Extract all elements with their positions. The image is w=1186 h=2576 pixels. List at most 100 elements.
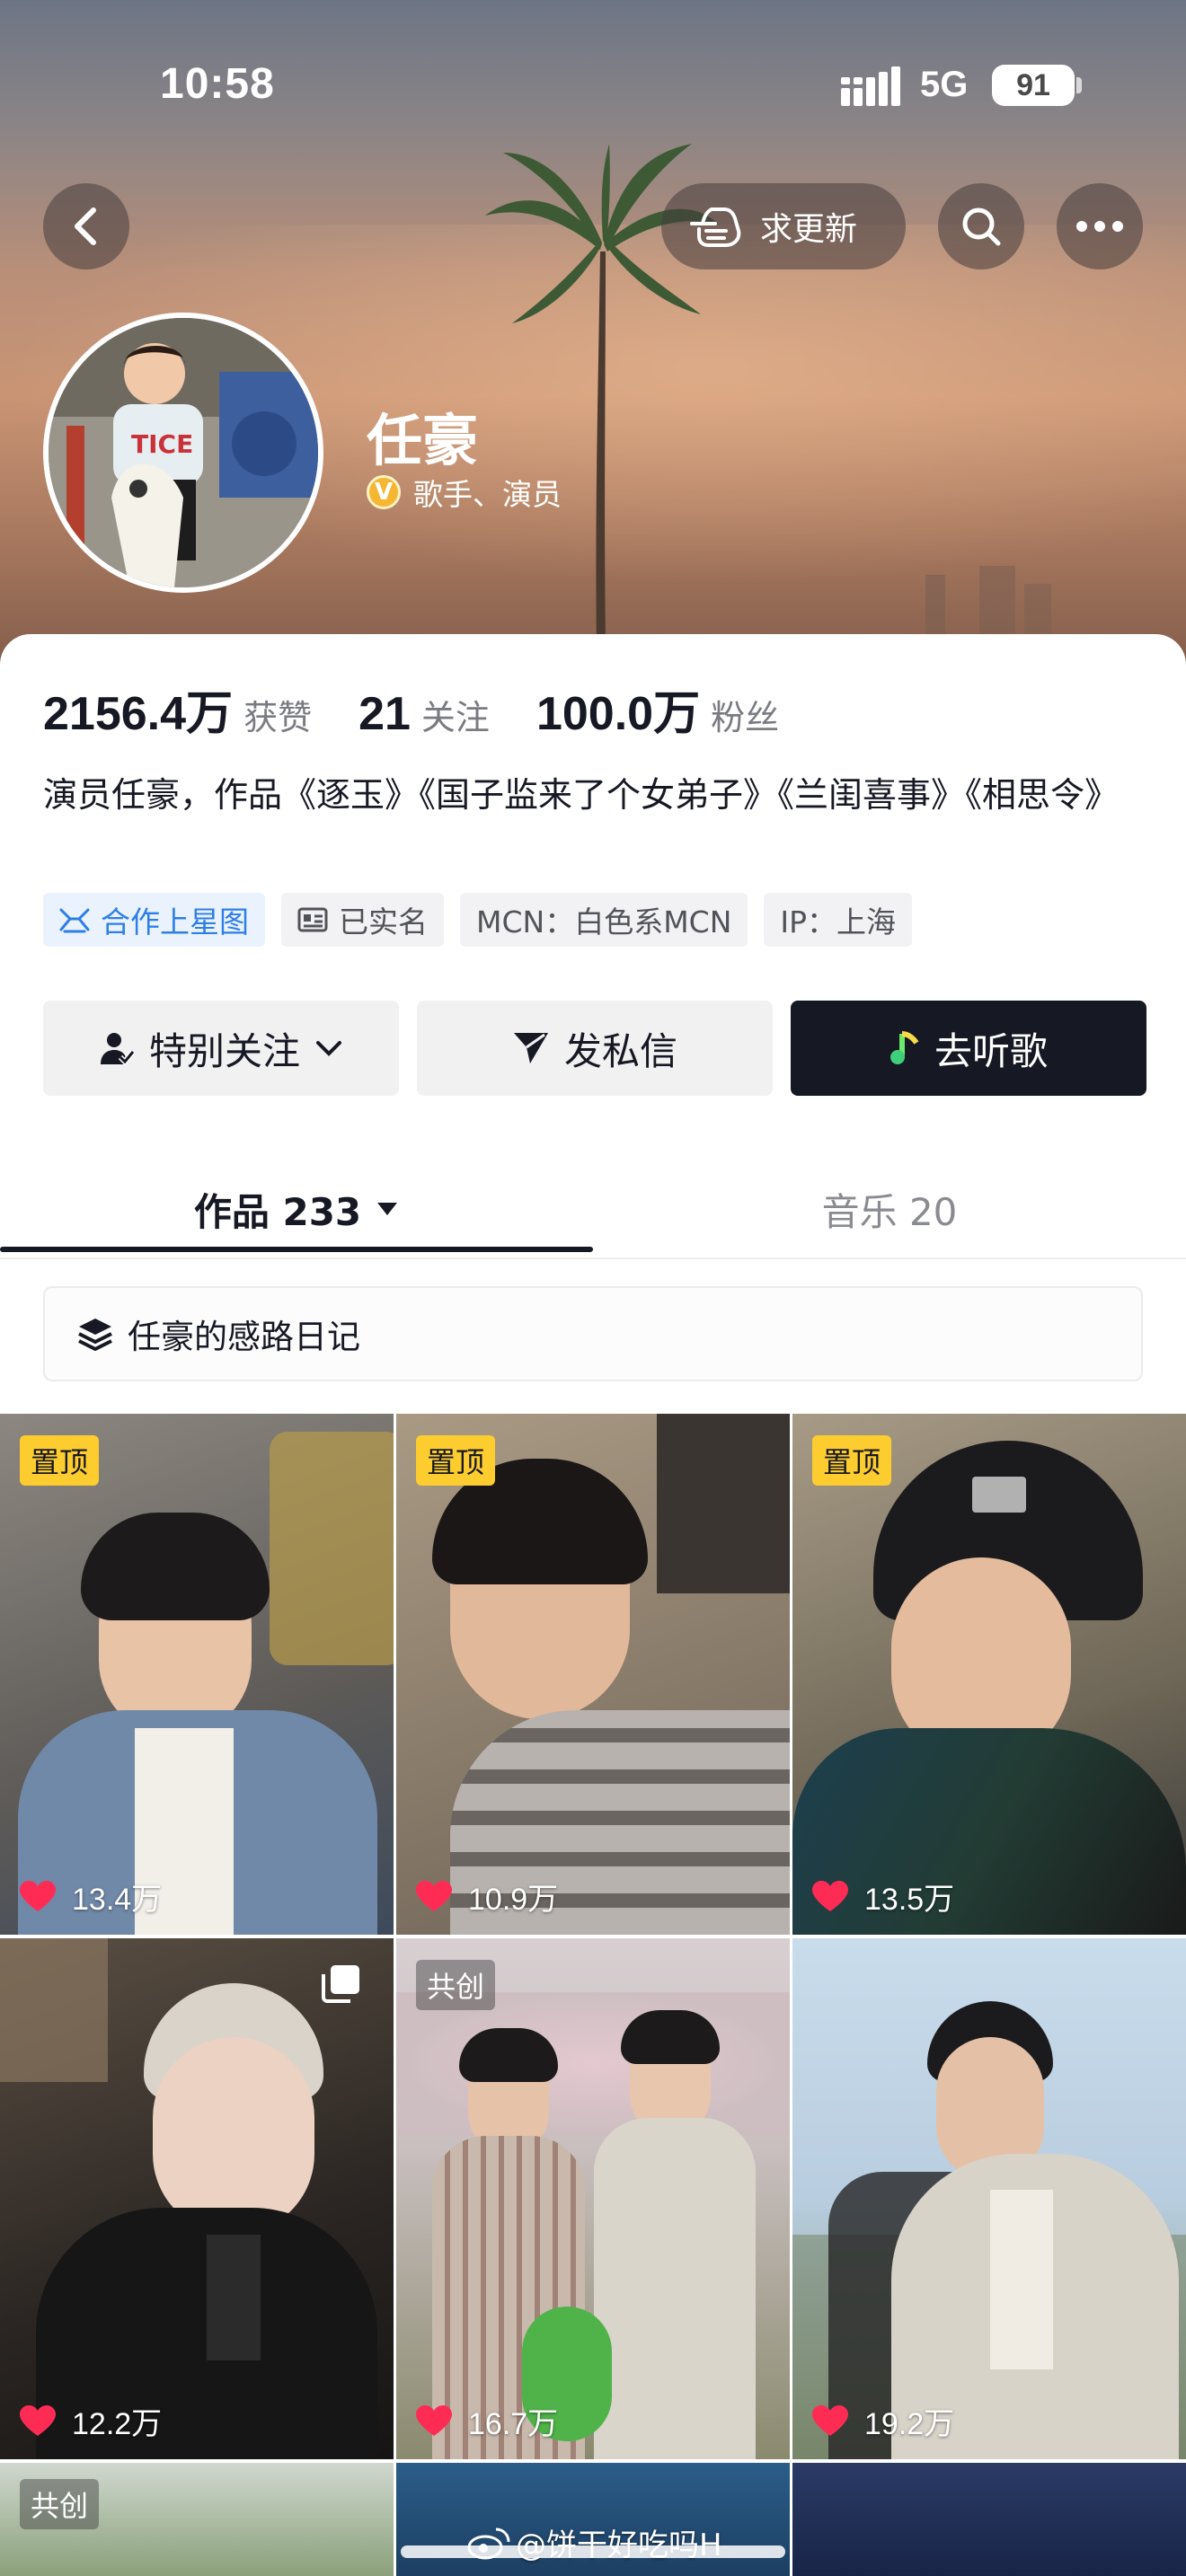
verified-badge-icon: V: [367, 475, 401, 509]
multi-image-icon: [322, 1965, 359, 2003]
tag-verified-label: 已实名: [339, 904, 428, 940]
pointing-hand-icon: [690, 207, 741, 247]
followers-count[interactable]: 100.0万: [536, 675, 700, 743]
tab-works-label: 作品 233: [193, 1189, 362, 1234]
video-thumbnail: [396, 1414, 790, 1935]
pinned-badge: 置顶: [20, 1435, 100, 1486]
profile-banner: 10:58 5G 91 求更新 TICE 任豪 V 歌手、演员: [0, 0, 1186, 683]
tab-works[interactable]: 作品 233: [0, 1159, 593, 1259]
special-follow-button[interactable]: 特别关注: [43, 1001, 399, 1096]
co-creation-badge: 共创: [416, 1960, 496, 2010]
video-thumbnail: [792, 1938, 1186, 2459]
video-likes: 13.5万: [812, 1875, 954, 1919]
video-thumbnail: [396, 1938, 790, 2459]
music-note-icon: [890, 1031, 919, 1064]
video-likes: 16.7万: [416, 2399, 558, 2443]
video-likes: 13.4万: [20, 1875, 162, 1919]
stats-row: 2156.4万 获赞 21 关注 100.0万 粉丝: [43, 675, 826, 743]
status-time: 10:58: [160, 60, 275, 108]
tag-collab-label: 合作上星图: [101, 904, 249, 940]
tag-mcn-label: MCN：白色系MCN: [476, 904, 732, 940]
likes-count: 2156.4万: [43, 688, 234, 740]
svg-text:TICE: TICE: [131, 429, 193, 459]
tag-ip-label: IP：上海: [780, 904, 897, 940]
tab-music-label: 音乐 20: [821, 1189, 958, 1234]
heart-icon: [812, 2404, 848, 2436]
video-tile[interactable]: 置顶 10.9万: [396, 1414, 790, 1935]
send-message-label: 发私信: [563, 1028, 677, 1073]
send-arrow-icon: [513, 1033, 548, 1063]
following-count[interactable]: 21: [358, 687, 411, 741]
collection-label: 任豪的感路日记: [128, 1318, 360, 1356]
chevron-left-icon: [75, 207, 96, 245]
id-card-icon: [297, 907, 328, 932]
pinned-badge: 置顶: [416, 1435, 496, 1486]
profile-avatar[interactable]: TICE: [43, 313, 323, 593]
co-creation-badge: 共创: [20, 2479, 100, 2529]
heart-icon: [416, 1880, 452, 1911]
tag-ip: IP：上海: [764, 893, 913, 947]
active-tab-indicator: [0, 1247, 593, 1252]
video-thumbnail: [792, 1414, 1186, 1935]
profile-name: 任豪: [367, 408, 479, 473]
profile-bio: 演员任豪，作品《逐玉》《国子监来了个女弟子》《兰闺喜事》《相思令》: [43, 775, 1120, 815]
chevron-down-icon: [316, 1041, 341, 1056]
back-button[interactable]: [43, 183, 129, 269]
star-map-icon: [59, 908, 90, 933]
video-tile[interactable]: 共创 16.7万: [396, 1938, 790, 2459]
video-thumbnail: [0, 1938, 394, 2459]
battery-tip: [1076, 77, 1082, 93]
tag-verified[interactable]: 已实名: [281, 893, 444, 947]
video-likes: 10.9万: [416, 1875, 558, 1919]
profile-tags: 合作上星图 已实名 MCN：白色系MCN IP：上海: [43, 893, 928, 947]
video-thumbnail: [0, 1414, 394, 1935]
action-buttons: 特别关注 发私信 去听歌: [43, 1001, 1146, 1096]
request-update-button[interactable]: 求更新: [661, 183, 906, 269]
verification-row: V 歌手、演员: [367, 471, 562, 514]
search-icon: [962, 207, 1001, 246]
profile-title: 歌手、演员: [413, 477, 562, 512]
following-label[interactable]: 关注: [421, 690, 490, 739]
likes-label: 获赞: [243, 698, 313, 737]
heart-icon: [20, 1880, 56, 1911]
tab-music[interactable]: 音乐 20: [593, 1159, 1186, 1259]
video-likes-count: 12.2万: [72, 2407, 163, 2441]
video-likes-count: 13.5万: [864, 1883, 955, 1917]
followers-label[interactable]: 粉丝: [711, 690, 779, 739]
video-likes-count: 19.2万: [864, 2407, 955, 2441]
tag-mcn[interactable]: MCN：白色系MCN: [460, 893, 748, 947]
pinned-badge: 置顶: [812, 1435, 892, 1486]
video-tile[interactable]: [792, 2463, 1186, 2576]
layers-icon: [78, 1319, 112, 1351]
collection-entry[interactable]: 任豪的感路日记: [43, 1286, 1143, 1381]
video-tile[interactable]: 共创: [0, 2463, 394, 2576]
network-type: 5G: [920, 65, 969, 104]
listen-music-button[interactable]: 去听歌: [791, 1001, 1146, 1096]
home-indicator[interactable]: [401, 2545, 785, 2558]
video-likes: 19.2万: [812, 2399, 954, 2443]
send-message-button[interactable]: 发私信: [417, 1001, 773, 1096]
video-tile[interactable]: 置顶 13.4万: [0, 1414, 394, 1935]
search-button[interactable]: [938, 183, 1024, 269]
video-likes-count: 10.9万: [468, 1883, 559, 1917]
video-likes-count: 16.7万: [468, 2407, 559, 2441]
user-check-icon: [100, 1033, 135, 1066]
listen-music-label: 去听歌: [934, 1028, 1048, 1073]
heart-icon: [20, 2404, 56, 2436]
content-tabs: 作品 233 音乐 20: [0, 1159, 1186, 1259]
caret-down-icon: [377, 1203, 398, 1215]
more-dots-icon: [1076, 221, 1123, 232]
video-tile[interactable]: 置顶 13.5万: [792, 1414, 1186, 1935]
avatar-photo: TICE: [49, 318, 318, 587]
more-options-button[interactable]: [1057, 183, 1143, 269]
heart-icon: [416, 2404, 452, 2436]
tag-collab[interactable]: 合作上星图: [43, 893, 265, 947]
battery-indicator: 91: [992, 65, 1075, 106]
signal-strength-icon: [841, 66, 900, 106]
request-update-label: 求更新: [760, 211, 858, 248]
heart-icon: [812, 1880, 848, 1911]
special-follow-label: 特别关注: [148, 1028, 300, 1073]
video-tile[interactable]: 12.2万: [0, 1938, 394, 2459]
video-tile[interactable]: 19.2万: [792, 1938, 1186, 2459]
video-likes-count: 13.4万: [72, 1883, 163, 1917]
